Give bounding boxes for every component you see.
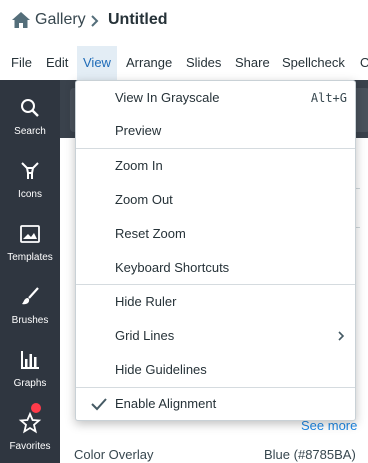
menu-item-label: Reset Zoom bbox=[115, 226, 186, 241]
document-title[interactable]: Untitled bbox=[108, 11, 168, 29]
search-icon bbox=[21, 99, 39, 117]
sidebar-label: Brushes bbox=[11, 315, 49, 326]
graphs-icon bbox=[21, 351, 39, 369]
menu-arrange[interactable]: Arrange bbox=[120, 46, 178, 80]
menu-share[interactable]: Share bbox=[229, 46, 276, 80]
menu-item-label: Grid Lines bbox=[115, 328, 175, 343]
menu-item-zoom-out[interactable]: Zoom Out bbox=[76, 183, 355, 217]
menu-edit[interactable]: Edit bbox=[40, 46, 74, 80]
menu-item-label: Enable Alignment bbox=[115, 396, 217, 411]
menu-item-label: Zoom Out bbox=[115, 192, 173, 207]
menu-item-label: Hide Ruler bbox=[115, 294, 177, 309]
menu-item-zoom-in[interactable]: Zoom In bbox=[76, 149, 355, 183]
sidebar: Search Icons Templates Brushes Graphs Fa… bbox=[0, 80, 60, 463]
menu-item-reset-zoom[interactable]: Reset Zoom bbox=[76, 217, 355, 251]
sidebar-label: Icons bbox=[18, 189, 42, 200]
sidebar-item-search[interactable]: Search bbox=[0, 86, 60, 146]
star-icon bbox=[18, 411, 42, 434]
color-overlay-label: Color Overlay bbox=[74, 447, 154, 462]
menubar: File Edit View Arrange Slides Share Spel… bbox=[0, 46, 368, 80]
sidebar-item-icons[interactable]: Icons bbox=[0, 149, 60, 209]
menu-item-view-in-grayscale[interactable]: View In Grayscale Alt+G bbox=[76, 81, 355, 115]
sidebar-label: Graphs bbox=[13, 378, 47, 389]
chevron-right-icon bbox=[338, 331, 345, 341]
menu-item-preview[interactable]: Preview bbox=[76, 114, 355, 148]
menu-item-label: Zoom In bbox=[115, 158, 163, 173]
menu-spellcheck[interactable]: Spellcheck bbox=[276, 46, 351, 80]
menu-item-label: Preview bbox=[115, 123, 162, 138]
icons-icon bbox=[21, 162, 39, 179]
view-menu-dropdown: View In Grayscale Alt+G Preview Zoom In … bbox=[75, 80, 356, 421]
breadcrumb-gallery[interactable]: Gallery bbox=[35, 11, 86, 29]
color-overlay-value[interactable]: Blue (#8785BA) bbox=[264, 447, 356, 462]
menu-item-label: Hide Guidelines bbox=[115, 362, 207, 377]
sidebar-item-templates[interactable]: Templates bbox=[0, 212, 60, 272]
menu-item-enable-alignment[interactable]: Enable Alignment bbox=[76, 387, 355, 421]
sidebar-item-favorites[interactable]: Favorites bbox=[0, 401, 60, 461]
sidebar-item-graphs[interactable]: Graphs bbox=[0, 338, 60, 398]
templates-icon bbox=[20, 225, 40, 243]
header: Gallery Untitled bbox=[0, 0, 368, 44]
menu-view[interactable]: View bbox=[77, 46, 117, 80]
home-icon[interactable] bbox=[11, 10, 31, 30]
sidebar-item-brushes[interactable]: Brushes bbox=[0, 275, 60, 335]
menu-item-hide-guidelines[interactable]: Hide Guidelines bbox=[76, 353, 355, 387]
menu-slides[interactable]: Slides bbox=[180, 46, 227, 80]
brushes-icon bbox=[22, 287, 39, 305]
sidebar-label: Search bbox=[14, 126, 46, 137]
menu-item-grid-lines[interactable]: Grid Lines bbox=[76, 319, 355, 353]
favorites-badge bbox=[31, 403, 41, 413]
sidebar-label: Templates bbox=[7, 252, 53, 263]
menu-overflow[interactable]: O bbox=[354, 46, 368, 80]
menu-item-label: View In Grayscale bbox=[115, 90, 220, 105]
menu-item-label: Keyboard Shortcuts bbox=[115, 260, 230, 275]
checkmark-icon bbox=[91, 398, 107, 411]
shortcut-label: Alt+G bbox=[310, 91, 347, 105]
chevron-right-icon bbox=[91, 15, 99, 27]
menu-item-hide-ruler[interactable]: Hide Ruler bbox=[76, 285, 355, 319]
sidebar-label: Favorites bbox=[9, 441, 51, 452]
menu-file[interactable]: File bbox=[5, 46, 38, 80]
menu-item-keyboard-shortcuts[interactable]: Keyboard Shortcuts bbox=[76, 251, 355, 285]
